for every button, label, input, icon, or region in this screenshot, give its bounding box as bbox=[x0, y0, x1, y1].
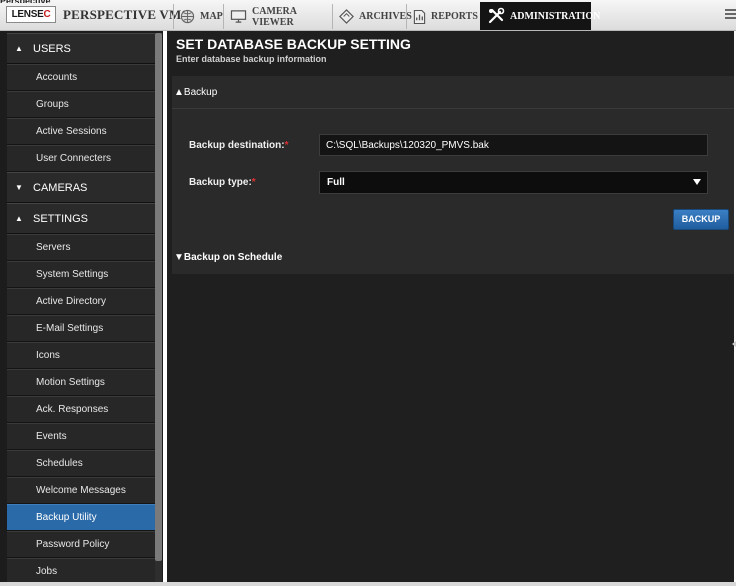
sidebar-item-accounts[interactable]: Accounts bbox=[7, 64, 155, 91]
tab-archives[interactable]: ARCHIVES bbox=[332, 4, 412, 29]
backup-type-value: Full bbox=[327, 177, 345, 188]
sidebar-item-icons[interactable]: Icons bbox=[7, 342, 155, 369]
tab-reports[interactable]: REPORTS bbox=[406, 4, 480, 29]
sidebar-section-label: SETTINGS bbox=[33, 212, 89, 225]
sidebar-item-schedules[interactable]: Schedules bbox=[7, 450, 155, 477]
label-text: Backup destination: bbox=[189, 140, 285, 151]
tools-icon bbox=[488, 7, 505, 24]
tab-label: MAP bbox=[200, 11, 223, 22]
backup-destination-label: Backup destination:* bbox=[189, 140, 288, 151]
collapse-arrow-icon: ▼ bbox=[15, 183, 23, 192]
sidebar-list: ▲ USERS Accounts Groups Active Sessions … bbox=[7, 33, 155, 582]
tab-label: CAMERA VIEWER bbox=[252, 5, 297, 28]
main-panel: SET DATABASE BACKUP SETTING Enter databa… bbox=[167, 31, 734, 582]
dropdown-arrow-icon bbox=[693, 179, 701, 185]
sidebar-item-active-directory[interactable]: Active Directory bbox=[7, 288, 155, 315]
sidebar-item-backup-utility[interactable]: Backup Utility bbox=[7, 504, 155, 531]
sidebar-item-email-settings[interactable]: E-Mail Settings bbox=[7, 315, 155, 342]
required-marker: * bbox=[284, 140, 289, 151]
sidebar-item-servers[interactable]: Servers bbox=[7, 234, 155, 261]
backup-type-label: Backup type:* bbox=[189, 177, 256, 188]
sidebar-section-settings[interactable]: ▲ SETTINGS bbox=[7, 203, 155, 234]
sidebar-section-cameras[interactable]: ▼ CAMERAS bbox=[7, 172, 155, 203]
backup-schedule-section-header[interactable]: ▼Backup on Schedule bbox=[174, 252, 282, 263]
sidebar-item-password-policy[interactable]: Password Policy bbox=[7, 531, 155, 558]
sidebar-section-label: CAMERAS bbox=[33, 181, 88, 194]
tab-map[interactable]: MAP bbox=[173, 4, 223, 29]
lensec-logo: LENSEC bbox=[6, 6, 56, 23]
expand-arrow-icon: ▲ bbox=[15, 44, 23, 53]
page-subtitle: Enter database backup information bbox=[176, 54, 327, 64]
top-navigation-bar: Perspective LENSEC PERSPECTIVE VMS MAP C… bbox=[0, 0, 736, 31]
diamond-icon bbox=[339, 9, 354, 24]
backup-button[interactable]: BACKUP bbox=[673, 209, 729, 230]
sidebar-scrollbar[interactable] bbox=[155, 33, 162, 582]
sidebar-item-groups[interactable]: Groups bbox=[7, 91, 155, 118]
required-marker: * bbox=[251, 177, 256, 188]
sidebar-section-users[interactable]: ▲ USERS bbox=[7, 33, 155, 64]
sidebar-item-system-settings[interactable]: System Settings bbox=[7, 261, 155, 288]
sidebar-item-events[interactable]: Events bbox=[7, 423, 155, 450]
label-text: Backup type: bbox=[189, 177, 252, 188]
sidebar-item-welcome-messages[interactable]: Welcome Messages bbox=[7, 477, 155, 504]
sidebar-scrollbar-thumb[interactable] bbox=[155, 33, 162, 561]
sidebar-item-motion-settings[interactable]: Motion Settings bbox=[7, 369, 155, 396]
app-name: PERSPECTIVE VMS bbox=[63, 7, 189, 22]
tab-label: ARCHIVES bbox=[359, 11, 412, 22]
expand-arrow-icon: ▲ bbox=[15, 214, 23, 223]
sidebar-item-active-sessions[interactable]: Active Sessions bbox=[7, 118, 155, 145]
tab-administration[interactable]: ADMINISTRATION bbox=[480, 2, 600, 30]
tab-label: REPORTS bbox=[431, 11, 478, 22]
hamburger-menu-icon[interactable] bbox=[724, 6, 736, 22]
panel-collapse-arrow-icon[interactable] bbox=[732, 341, 736, 347]
globe-icon bbox=[180, 9, 195, 24]
sidebar: ▲ USERS Accounts Groups Active Sessions … bbox=[0, 31, 163, 582]
sidebar-item-user-connecters[interactable]: User Connecters bbox=[7, 145, 155, 172]
sidebar-section-label: USERS bbox=[33, 42, 71, 55]
backup-type-select[interactable]: Full bbox=[319, 171, 708, 194]
backup-destination-input[interactable] bbox=[319, 134, 708, 156]
window-title: Perspective bbox=[0, 0, 300, 3]
backup-section: ▲Backup Backup destination:* Backup type… bbox=[172, 76, 734, 274]
bottom-border bbox=[0, 582, 736, 586]
monitor-icon bbox=[230, 10, 247, 23]
report-icon bbox=[413, 9, 426, 24]
sidebar-item-jobs[interactable]: Jobs bbox=[7, 558, 155, 582]
tab-label: ADMINISTRATION bbox=[510, 10, 601, 22]
sidebar-item-ack-responses[interactable]: Ack. Responses bbox=[7, 396, 155, 423]
backup-section-header[interactable]: ▲Backup bbox=[172, 76, 734, 109]
page-title: SET DATABASE BACKUP SETTING bbox=[176, 36, 411, 52]
tab-camera-viewer[interactable]: CAMERA VIEWER bbox=[223, 4, 332, 29]
